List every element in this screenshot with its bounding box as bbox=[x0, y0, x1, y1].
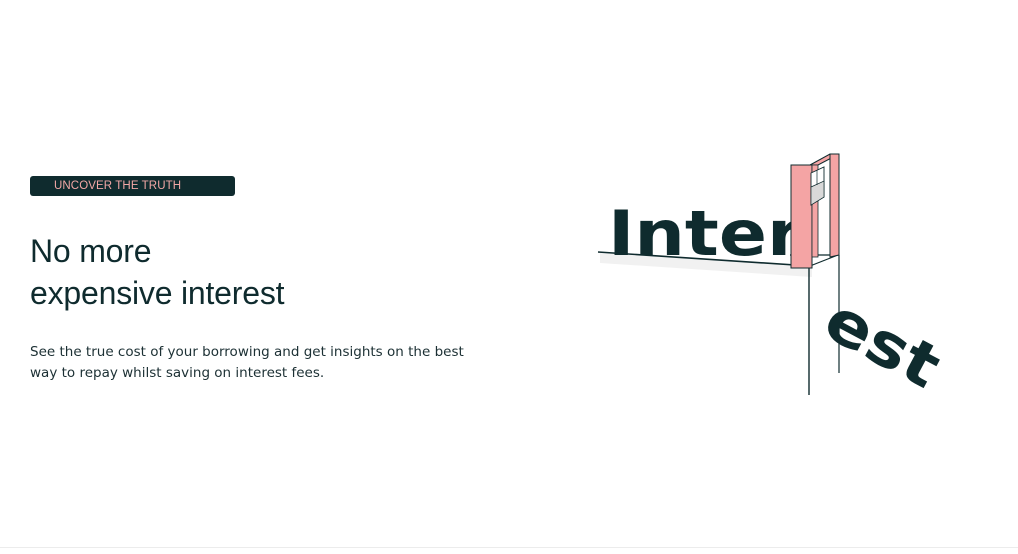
headline-line-1: No more bbox=[30, 233, 152, 269]
guillotine-icon: Inter est bbox=[597, 153, 950, 403]
hero-badge: UNCOVER THE TRUTH bbox=[30, 176, 235, 196]
hero-description: See the true cost of your borrowing and … bbox=[30, 342, 480, 384]
headline-line-2: expensive interest bbox=[30, 275, 285, 311]
hero-section: UNCOVER THE TRUTH No more expensive inte… bbox=[0, 0, 1018, 548]
description-line-1: See the true cost of your borrowing and … bbox=[30, 344, 464, 360]
interest-word-part-2: est bbox=[813, 284, 950, 402]
hero-headline: No more expensive interest bbox=[30, 230, 285, 314]
description-line-2: way to repay whilst saving on interest f… bbox=[30, 365, 325, 381]
interest-word-part-1: Inter bbox=[608, 197, 802, 270]
interest-guillotine-illustration: Inter est bbox=[590, 145, 950, 405]
